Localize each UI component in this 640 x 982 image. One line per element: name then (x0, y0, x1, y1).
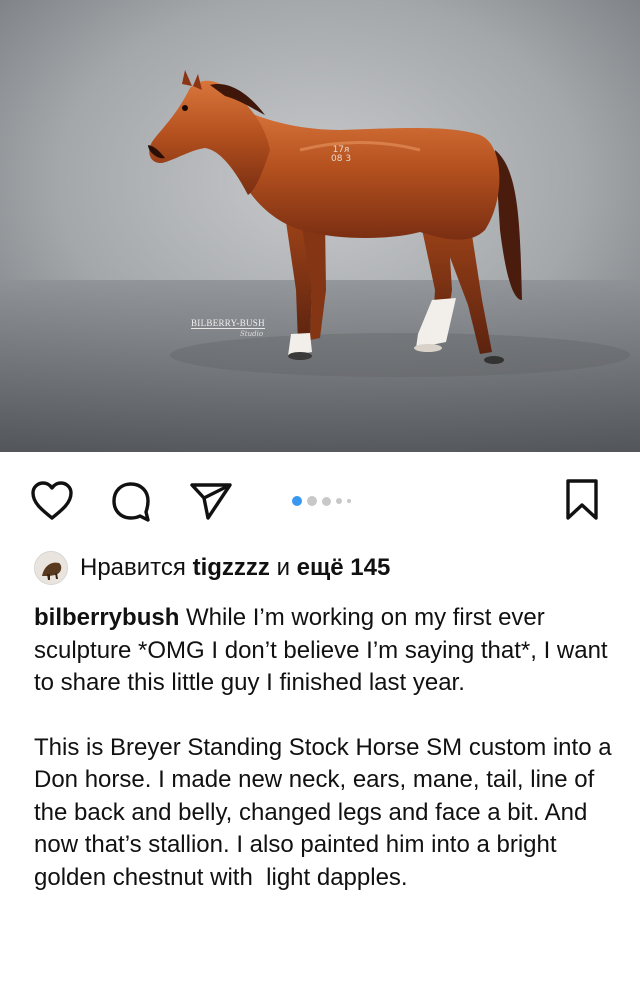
carousel-dot (347, 499, 351, 503)
post-photo[interactable]: 17ᴙ 08 3 BILBERRY-BUSH Studio (0, 0, 640, 452)
photo-watermark: BILBERRY-BUSH (191, 318, 265, 329)
heart-icon[interactable] (30, 480, 74, 527)
comment-icon[interactable] (110, 480, 152, 527)
carousel-indicator (292, 494, 351, 508)
likes-others-count[interactable]: ещё 145 (297, 554, 391, 582)
liker-avatar[interactable] (34, 551, 68, 585)
post-caption: bilberrybush While I’m working on my fir… (34, 602, 614, 894)
carousel-dot-active (292, 496, 302, 506)
likes-middle: и (269, 554, 297, 581)
likes-row[interactable]: Нравится tigzzzz и ещё 145 (34, 550, 390, 586)
paper-plane-icon[interactable] (188, 480, 234, 527)
carousel-dot (307, 496, 317, 506)
carousel-dot (336, 498, 342, 504)
likes-prefix: Нравится (80, 554, 193, 581)
caption-paragraph-1: bilberrybush While I’m working on my fir… (34, 602, 614, 700)
caption-paragraph-2: This is Breyer Standing Stock Horse SM c… (34, 733, 619, 891)
horse-photo-illustration (0, 0, 640, 452)
mark-line-2: 08 3 (331, 154, 352, 164)
caption-username[interactable]: bilberrybush (34, 604, 179, 631)
photo-watermark-sub: Studio (240, 330, 264, 338)
figurine-mark: 17ᴙ 08 3 (331, 146, 351, 164)
bookmark-icon[interactable] (564, 478, 600, 527)
liker-username[interactable]: tigzzzz (193, 554, 270, 582)
carousel-dot (322, 496, 331, 506)
